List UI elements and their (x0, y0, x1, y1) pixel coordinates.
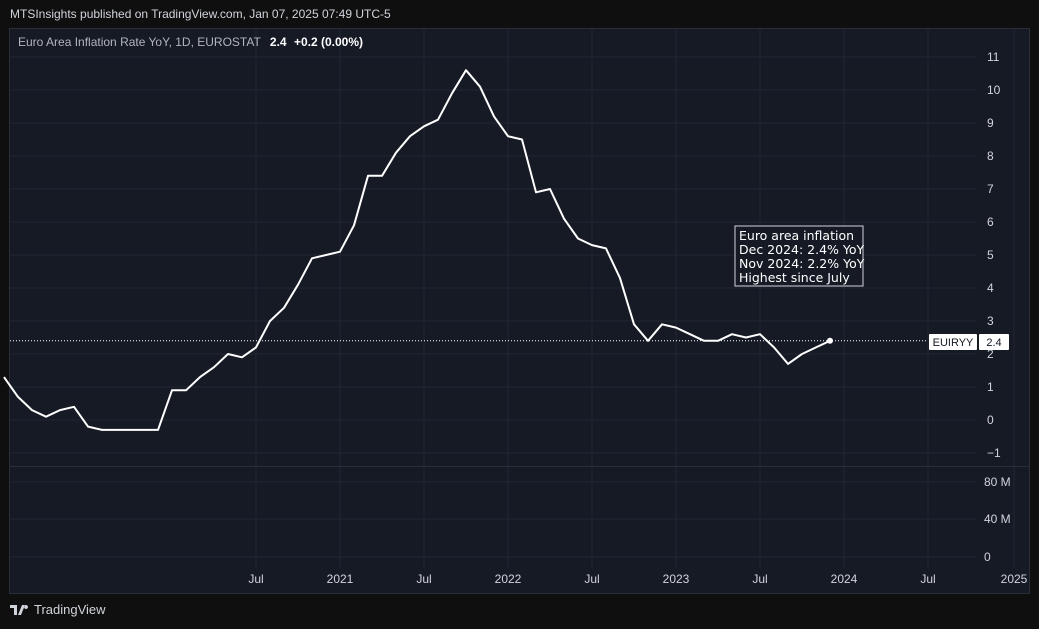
legend-series-name: Euro Area Inflation Rate YoY, 1D, EUROST… (18, 35, 261, 49)
volume-tick-label: 0 (984, 550, 991, 564)
annotation-line-1: Euro area inflation (739, 228, 854, 243)
price-label-value: 2.4 (986, 337, 1001, 349)
x-tick-label: 2025 (1001, 572, 1028, 586)
series-legend[interactable]: Euro Area Inflation Rate YoY, 1D, EUROST… (18, 35, 363, 49)
x-tick-label: 2024 (831, 572, 858, 586)
legend-change: +0.2 (0.00%) (293, 35, 363, 49)
annotation-box: Euro area inflation Dec 2024: 2.4% YoY N… (734, 225, 865, 287)
y-tick-label: 1 (987, 380, 994, 394)
x-tick-label: Jul (752, 572, 767, 586)
y-tick-label: 10 (987, 83, 1001, 97)
annotation-line-2: Dec 2024: 2.4% YoY (739, 242, 865, 257)
footer-brand-label: TradingView (34, 602, 106, 617)
y-tick-label: 9 (987, 116, 994, 130)
y-tick-label: 11 (987, 50, 1000, 64)
y-tick-label: 5 (987, 248, 994, 262)
price-label-symbol: EUIRYY (933, 337, 974, 349)
annotation-line-4: Highest since July (739, 270, 850, 285)
y-tick-label: 3 (987, 314, 994, 328)
footer-brand[interactable]: TradingView (10, 602, 106, 617)
legend-last-value: 2.4 (269, 35, 287, 49)
y-tick-label: 6 (987, 215, 994, 229)
x-tick-label: 2023 (663, 572, 690, 586)
volume-tick-label: 40 M (984, 512, 1011, 526)
x-tick-label: Jul (920, 572, 935, 586)
series-line-euiryy (3, 69, 831, 431)
tradingview-logo-icon (10, 604, 29, 615)
y-tick-label: −1 (987, 446, 1001, 460)
y-tick-label: 0 (987, 413, 994, 427)
y-tick-label: 4 (987, 281, 994, 295)
x-tick-label: Jul (416, 572, 431, 586)
y-tick-label: 7 (987, 182, 994, 196)
y-tick-label: 8 (987, 149, 994, 163)
x-tick-label: Jul (248, 572, 263, 586)
x-tick-label: Jul (584, 572, 599, 586)
x-tick-label: 2022 (495, 572, 522, 586)
x-tick-label: 2021 (327, 572, 354, 586)
price-label: EUIRYY 2.4 (929, 334, 1009, 350)
last-value-dot (827, 337, 833, 344)
inflation-chart[interactable]: 11109876543210−1 80 M40 M0 Jul 2021 Jul 202… (0, 0, 1039, 629)
annotation-line-3: Nov 2024: 2.2% YoY (739, 256, 865, 271)
volume-tick-label: 80 M (984, 475, 1011, 489)
